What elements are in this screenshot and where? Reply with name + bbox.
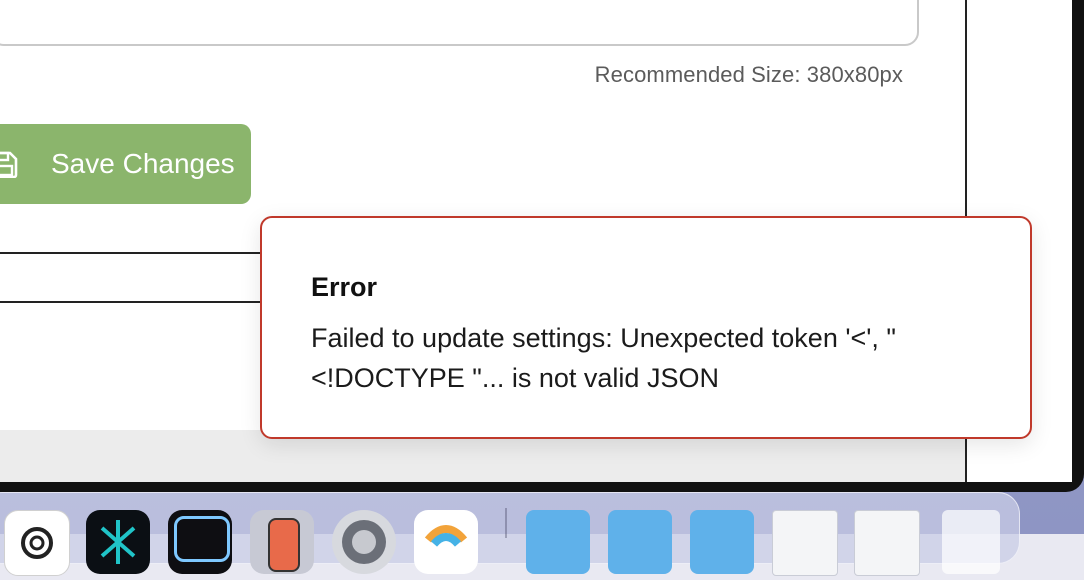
screenshot-thumbnail-icon[interactable] — [854, 510, 920, 576]
iphone-mirroring-icon[interactable] — [250, 510, 314, 574]
perplexity-icon[interactable] — [86, 510, 150, 574]
divider — [0, 252, 262, 254]
trash-icon[interactable] — [942, 510, 1000, 574]
screen-app-icon[interactable] — [168, 510, 232, 574]
toast-title: Error — [311, 272, 378, 302]
chatgpt-icon[interactable] — [4, 510, 70, 576]
folder-icon[interactable] — [608, 510, 672, 574]
screenshot-thumbnail-icon[interactable] — [772, 510, 838, 576]
divider — [0, 301, 262, 303]
recommended-size-hint: Recommended Size: 380x80px — [594, 62, 903, 87]
error-toast: Error Failed to update settings: Unexpec… — [260, 216, 1032, 439]
text-area[interactable] — [0, 0, 919, 46]
folder-icon[interactable] — [690, 510, 754, 574]
system-settings-icon[interactable] — [332, 510, 396, 574]
toast-message: Failed to update settings: Unexpected to… — [311, 323, 897, 393]
folder-icon[interactable] — [526, 510, 590, 574]
save-changes-button[interactable]: Save Changes — [0, 124, 251, 204]
app-icon[interactable] — [414, 510, 478, 574]
desktop: Recommended Size: 380x80px Save Changes … — [0, 0, 1084, 576]
save-icon — [0, 151, 18, 178]
save-changes-label: Save Changes — [51, 148, 235, 179]
